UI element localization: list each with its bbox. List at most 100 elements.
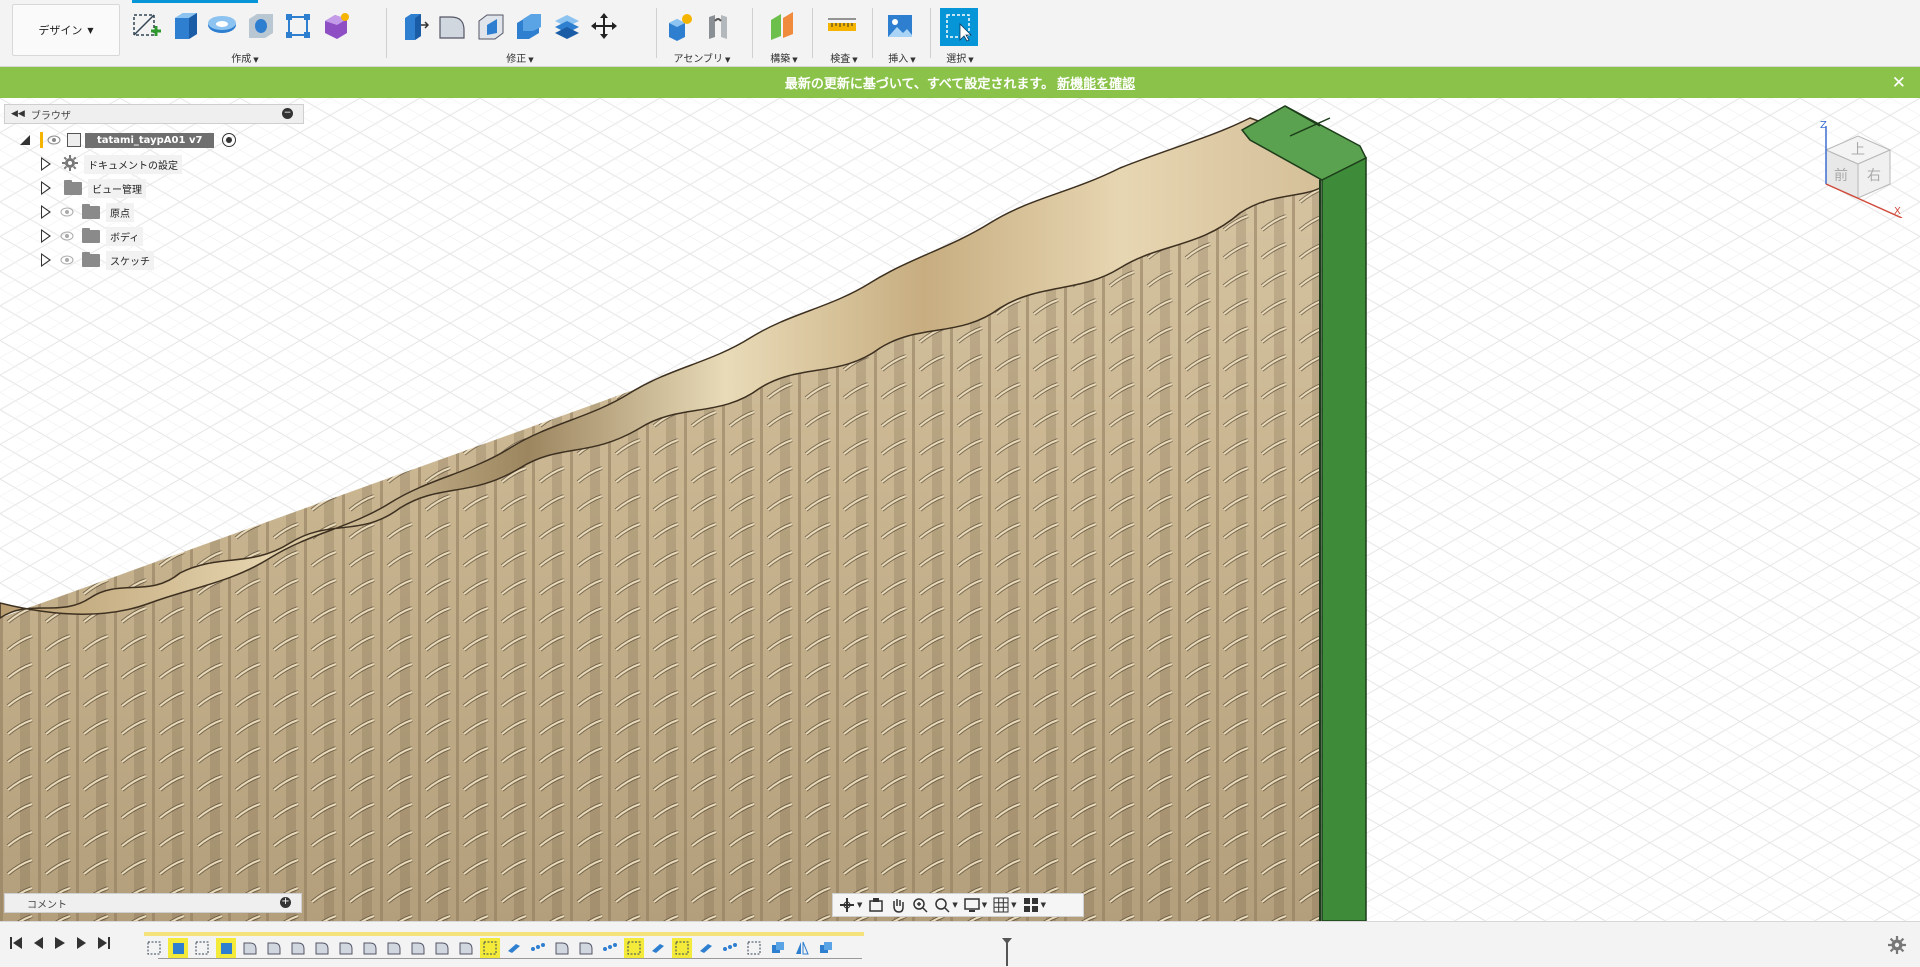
- select-icon[interactable]: [940, 8, 978, 46]
- tree-item-named-views[interactable]: ビュー管理: [4, 176, 304, 200]
- timeline-extrude-icon[interactable]: [168, 938, 188, 958]
- viewports-tool[interactable]: ▼: [1023, 897, 1046, 913]
- inspect-group-label[interactable]: 検査: [830, 54, 850, 65]
- collapsed-triangle-icon[interactable]: [40, 229, 52, 243]
- form-icon[interactable]: [320, 9, 352, 43]
- timeline-mirror-icon[interactable]: [792, 938, 812, 958]
- timeline-marker[interactable]: [1002, 938, 1012, 967]
- tree-item-document-settings[interactable]: ドキュメントの設定: [4, 152, 304, 176]
- press-pull-icon[interactable]: [398, 9, 430, 43]
- measure-icon[interactable]: [826, 9, 858, 43]
- go-to-end-icon[interactable]: [98, 936, 110, 953]
- construct-group-label[interactable]: 構築: [770, 54, 790, 65]
- collapsed-triangle-icon[interactable]: [40, 205, 52, 219]
- timeline-fillet-icon[interactable]: [432, 938, 452, 958]
- display-settings-tool[interactable]: ▼: [964, 897, 987, 913]
- play-icon[interactable]: [54, 936, 66, 953]
- timeline-fillet-icon[interactable]: [552, 938, 572, 958]
- viewcube-top-label[interactable]: 上: [1851, 142, 1865, 158]
- assemble-group-label[interactable]: アセンブリ: [674, 54, 724, 65]
- collapsed-triangle-icon[interactable]: [40, 253, 52, 267]
- tree-item-bodies[interactable]: ボディ: [4, 224, 304, 248]
- eye-icon[interactable]: [47, 135, 61, 145]
- step-back-icon[interactable]: [32, 936, 44, 953]
- browser-header[interactable]: ◀◀ ブラウザ −: [4, 104, 304, 124]
- collapsed-triangle-icon[interactable]: [40, 181, 52, 195]
- timeline-fillet-icon[interactable]: [576, 938, 596, 958]
- timeline-sketch-icon[interactable]: [192, 938, 212, 958]
- workspace-switcher[interactable]: デザイン ▼: [12, 4, 120, 56]
- timeline-fillet-icon[interactable]: [336, 938, 356, 958]
- collapse-arrows-icon[interactable]: ◀◀: [11, 109, 25, 119]
- timeline-plane-icon[interactable]: [648, 938, 668, 958]
- whats-new-link[interactable]: 新機能を確認: [1057, 73, 1135, 92]
- timeline-fillet-icon[interactable]: [408, 938, 428, 958]
- tree-root[interactable]: tatami_taypA01 v7: [4, 128, 304, 152]
- rectangle-pattern-icon[interactable]: [282, 9, 314, 43]
- offset-plane-icon[interactable]: [766, 9, 798, 43]
- tree-item-sketches[interactable]: スケッチ: [4, 248, 304, 272]
- go-to-start-icon[interactable]: [10, 936, 22, 953]
- collapsed-triangle-icon[interactable]: [40, 157, 52, 171]
- tree-item-origin[interactable]: 原点: [4, 200, 304, 224]
- grid-settings-tool[interactable]: ▼: [993, 897, 1017, 913]
- timeline-sketch-icon[interactable]: [144, 938, 164, 958]
- create-sketch-icon[interactable]: [130, 9, 162, 43]
- timeline-extrude-icon[interactable]: [216, 938, 236, 958]
- eye-icon[interactable]: [60, 207, 74, 217]
- timeline-fillet-icon[interactable]: [456, 938, 476, 958]
- combine-icon[interactable]: [550, 9, 582, 43]
- create-group-label[interactable]: 作成: [231, 54, 251, 65]
- modify-group-label[interactable]: 修正: [506, 54, 526, 65]
- timeline-fillet-icon[interactable]: [264, 938, 284, 958]
- look-at-tool[interactable]: [868, 897, 884, 913]
- timeline-plane-icon[interactable]: [696, 938, 716, 958]
- timeline-settings-gear-icon[interactable]: [1888, 936, 1906, 957]
- joint-icon[interactable]: [702, 9, 734, 43]
- view-cube[interactable]: 上 前 右 Z X: [1806, 118, 1906, 218]
- eye-icon[interactable]: [60, 231, 74, 241]
- timeline-fillet-icon[interactable]: [360, 938, 380, 958]
- timeline-plane-icon[interactable]: [504, 938, 524, 958]
- chamfer-icon[interactable]: [474, 9, 506, 43]
- timeline-combine-icon[interactable]: [816, 938, 836, 958]
- move-icon[interactable]: [588, 9, 620, 43]
- shell-icon[interactable]: [512, 9, 544, 43]
- fit-tool[interactable]: ▼: [934, 897, 958, 913]
- timeline-sketch-icon[interactable]: [480, 938, 500, 958]
- insert-image-icon[interactable]: [884, 9, 916, 43]
- timeline-track[interactable]: [144, 932, 1012, 966]
- expanded-triangle-icon[interactable]: [20, 135, 30, 145]
- timeline-sketch-icon[interactable]: [672, 938, 692, 958]
- zoom-tool[interactable]: [912, 897, 928, 913]
- minimize-icon[interactable]: −: [282, 108, 293, 119]
- viewcube-front-label[interactable]: 前: [1834, 167, 1848, 184]
- add-comment-icon[interactable]: +: [280, 897, 291, 908]
- timeline-pattern-icon[interactable]: [528, 938, 548, 958]
- timeline-pattern-icon[interactable]: [600, 938, 620, 958]
- new-component-icon[interactable]: [664, 9, 696, 43]
- close-icon[interactable]: ✕: [1892, 73, 1906, 93]
- hole-icon[interactable]: [244, 9, 276, 43]
- eye-icon[interactable]: [60, 255, 74, 265]
- comments-panel[interactable]: コメント +: [4, 893, 302, 913]
- step-forward-icon[interactable]: [76, 936, 88, 953]
- extrude-icon[interactable]: [168, 9, 200, 43]
- timeline-pattern-icon[interactable]: [720, 938, 740, 958]
- orbit-tool[interactable]: ▼: [839, 897, 862, 913]
- timeline-sketch-icon[interactable]: [744, 938, 764, 958]
- activate-radio-icon[interactable]: [222, 133, 237, 147]
- fillet-icon[interactable]: [436, 9, 468, 43]
- revolve-icon[interactable]: [206, 9, 238, 43]
- select-group-label[interactable]: 選択: [946, 54, 966, 65]
- viewcube-right-label[interactable]: 右: [1867, 168, 1881, 184]
- timeline-sketch-icon[interactable]: [624, 938, 644, 958]
- timeline-combine-icon[interactable]: [768, 938, 788, 958]
- timeline-fillet-icon[interactable]: [240, 938, 260, 958]
- pan-tool[interactable]: [890, 897, 906, 913]
- timeline-fillet-icon[interactable]: [312, 938, 332, 958]
- timeline-fillet-icon[interactable]: [288, 938, 308, 958]
- root-component-label[interactable]: tatami_taypA01 v7: [85, 132, 215, 148]
- insert-group-label[interactable]: 挿入: [888, 54, 908, 65]
- timeline-fillet-icon[interactable]: [384, 938, 404, 958]
